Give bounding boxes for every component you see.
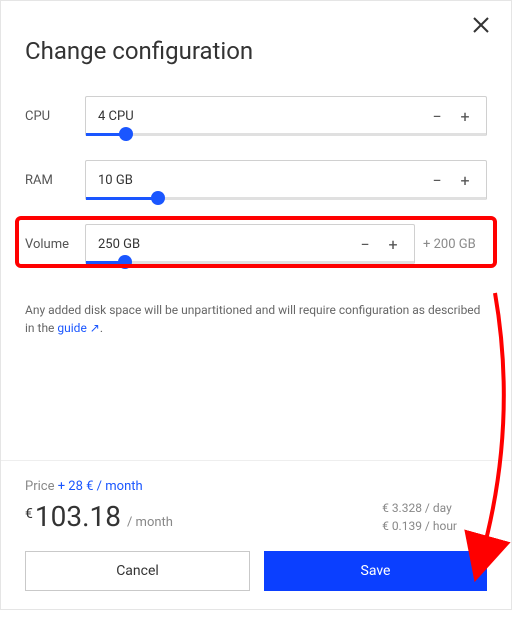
cpu-increase-button[interactable]: + [456, 107, 474, 125]
plus-icon: + [388, 235, 397, 254]
footer: Price + 28 € / month € 103.18 / month € … [1, 460, 511, 609]
price-increase: + 28 € / month [58, 479, 143, 494]
disk-note: Any added disk space will be unpartition… [25, 301, 487, 337]
cpu-slider[interactable] [86, 132, 486, 136]
ram-label: RAM [25, 173, 85, 188]
plus-icon: + [460, 171, 469, 190]
price-per-hour: € 0.139 / hour [382, 519, 457, 533]
price-amount: 103.18 [35, 500, 121, 533]
cpu-label: CPU [25, 109, 85, 124]
slider-thumb[interactable] [119, 127, 133, 141]
disk-note-after: . [100, 321, 103, 335]
close-button[interactable] [471, 15, 491, 35]
volume-value: 250 GB [98, 237, 356, 252]
minus-icon: − [432, 171, 441, 190]
ram-increase-button[interactable]: + [456, 171, 474, 189]
volume-increase-button[interactable]: + [384, 235, 402, 253]
cpu-stepper[interactable]: 4 CPU − + [85, 96, 487, 136]
currency-symbol: € [25, 506, 33, 522]
slider-thumb[interactable] [151, 191, 165, 205]
ram-slider[interactable] [86, 196, 486, 200]
minus-icon: − [360, 235, 369, 254]
volume-label: Volume [25, 237, 85, 252]
guide-link[interactable]: guide ↗ [57, 321, 99, 335]
volume-slider[interactable] [86, 260, 414, 264]
plus-icon: + [460, 107, 469, 126]
volume-row: Volume 250 GB − + + 200 GB [25, 219, 487, 269]
ram-row: RAM 10 GB − + [25, 155, 487, 205]
minus-icon: − [432, 107, 441, 126]
config-fields: CPU 4 CPU − + RAM [25, 91, 487, 283]
close-icon [471, 15, 491, 35]
external-link-icon: ↗ [90, 321, 100, 335]
price-label: Price [25, 479, 54, 494]
ram-stepper[interactable]: 10 GB − + [85, 160, 487, 200]
volume-decrease-button[interactable]: − [356, 235, 374, 253]
volume-delta: + 200 GB [415, 237, 487, 252]
volume-stepper[interactable]: 250 GB − + [85, 224, 415, 264]
slider-thumb[interactable] [118, 255, 132, 269]
ram-value: 10 GB [98, 173, 428, 188]
price-increase-line: Price + 28 € / month [25, 479, 487, 494]
change-configuration-modal: Change configuration CPU 4 CPU − + [0, 0, 512, 610]
price-main: € 103.18 / month [25, 500, 382, 533]
cancel-button[interactable]: Cancel [25, 551, 250, 591]
modal-title: Change configuration [25, 37, 487, 65]
price-per-day: € 3.328 / day [382, 501, 457, 515]
price-per-month: / month [127, 515, 173, 530]
cpu-decrease-button[interactable]: − [428, 107, 446, 125]
price-breakdown: € 3.328 / day € 0.139 / hour [382, 501, 487, 533]
cpu-row: CPU 4 CPU − + [25, 91, 487, 141]
save-button[interactable]: Save [264, 551, 487, 591]
ram-decrease-button[interactable]: − [428, 171, 446, 189]
cpu-value: 4 CPU [98, 109, 428, 124]
